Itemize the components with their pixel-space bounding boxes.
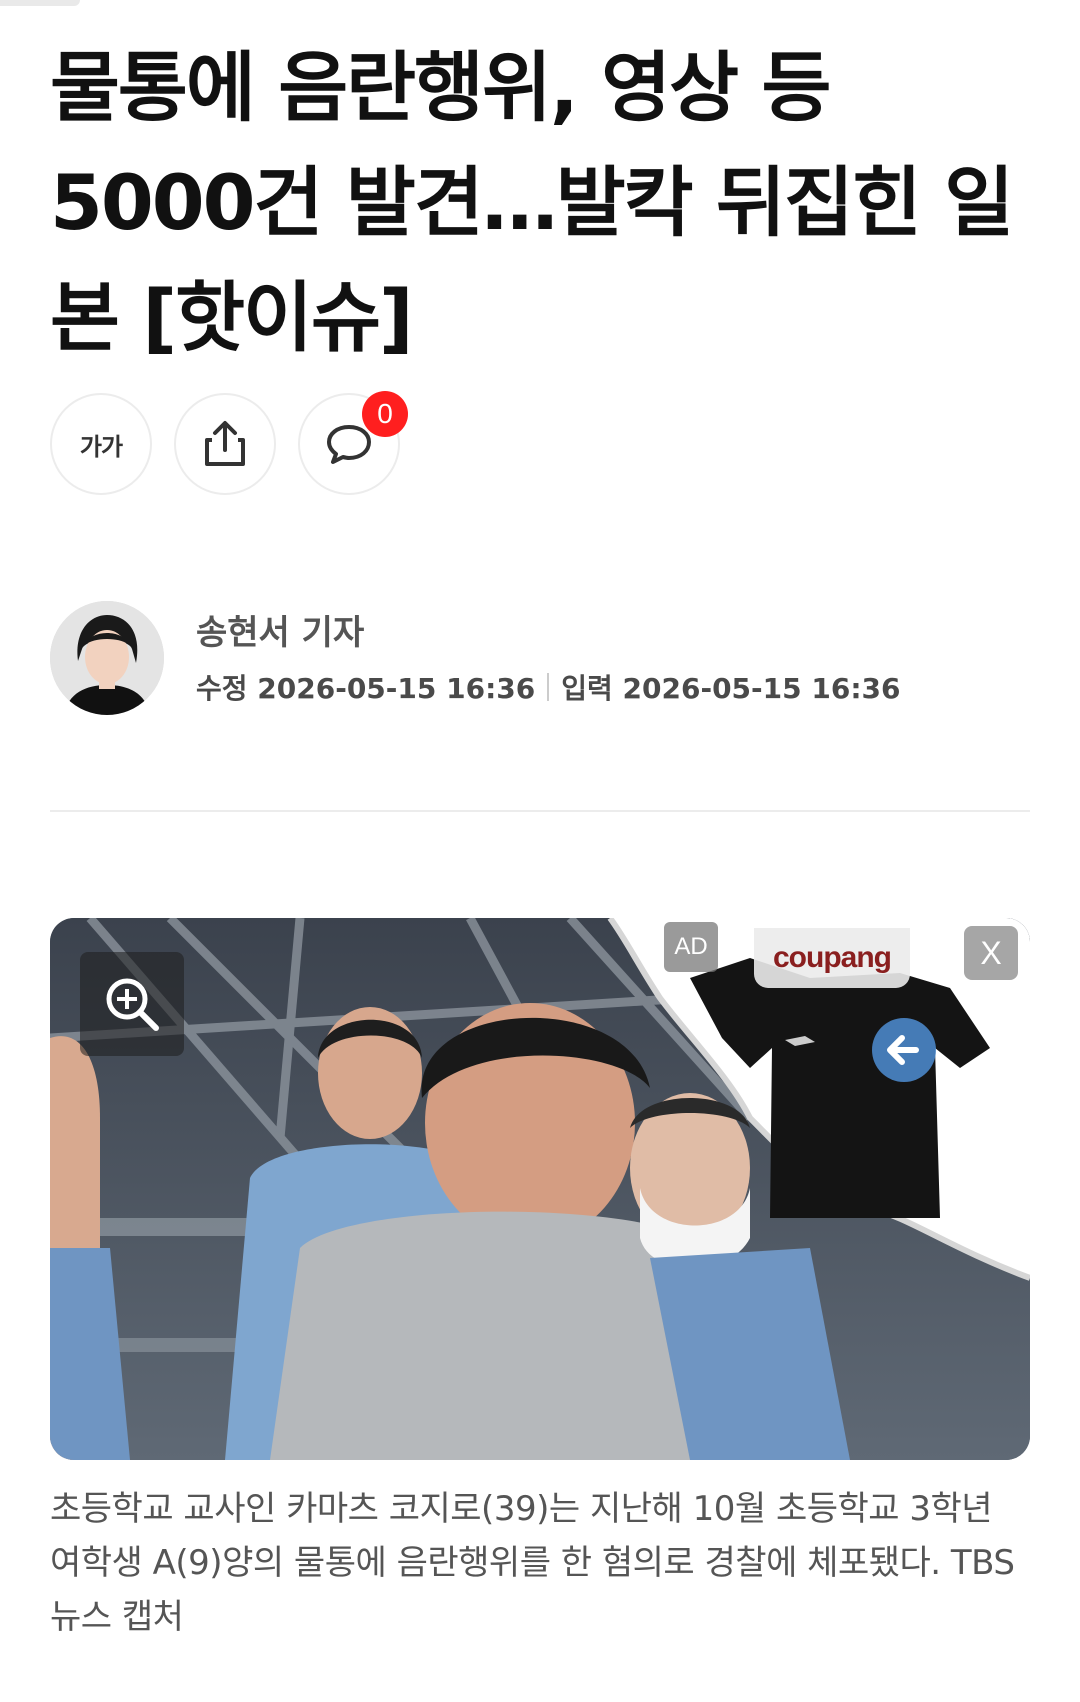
share-button[interactable] [174,393,276,495]
byline: 송현서 기자 수정 2026-05-15 16:36 입력 2026-05-15… [50,601,1040,719]
font-size-button[interactable]: 가가 [50,393,152,495]
share-icon [205,421,245,466]
back-arrow-icon[interactable] [870,1016,938,1084]
comment-button[interactable]: 0 [298,391,408,495]
article-headline: 물통에 음란행위, 영상 등 5000건 발견…발칵 뒤집힌 일본 [핫이슈] [50,43,1014,362]
date-separator [547,673,550,701]
article-action-bar: 가가 0 [50,391,408,497]
photo-caption: 초등학교 교사인 카마츠 코지로(39)는 지난해 10월 초등학교 3학년 여… [50,1489,1015,1637]
ad-close-button[interactable]: X [964,926,1018,980]
article-dates: 수정 2026-05-15 16:36 입력 2026-05-15 16:36 [196,667,901,707]
author-photo [50,601,164,715]
article-photo[interactable]: AD coupang X [50,918,1030,1460]
news-photo-illustration [50,918,1030,1460]
author-avatar[interactable] [50,601,164,715]
author-name[interactable]: 송현서 기자 [196,605,364,654]
comment-count-badge: 0 [362,391,408,437]
comment-icon [327,425,371,464]
published-date: 입력 2026-05-15 16:36 [561,672,901,705]
font-size-icon: 가가 [79,424,123,464]
top-bar-remnant [0,0,80,6]
modified-date: 수정 2026-05-15 16:36 [196,672,536,705]
zoom-in-icon [106,978,159,1031]
section-divider [50,810,1030,812]
font-size-label: 가가 [79,433,123,461]
zoom-button[interactable] [80,952,184,1056]
